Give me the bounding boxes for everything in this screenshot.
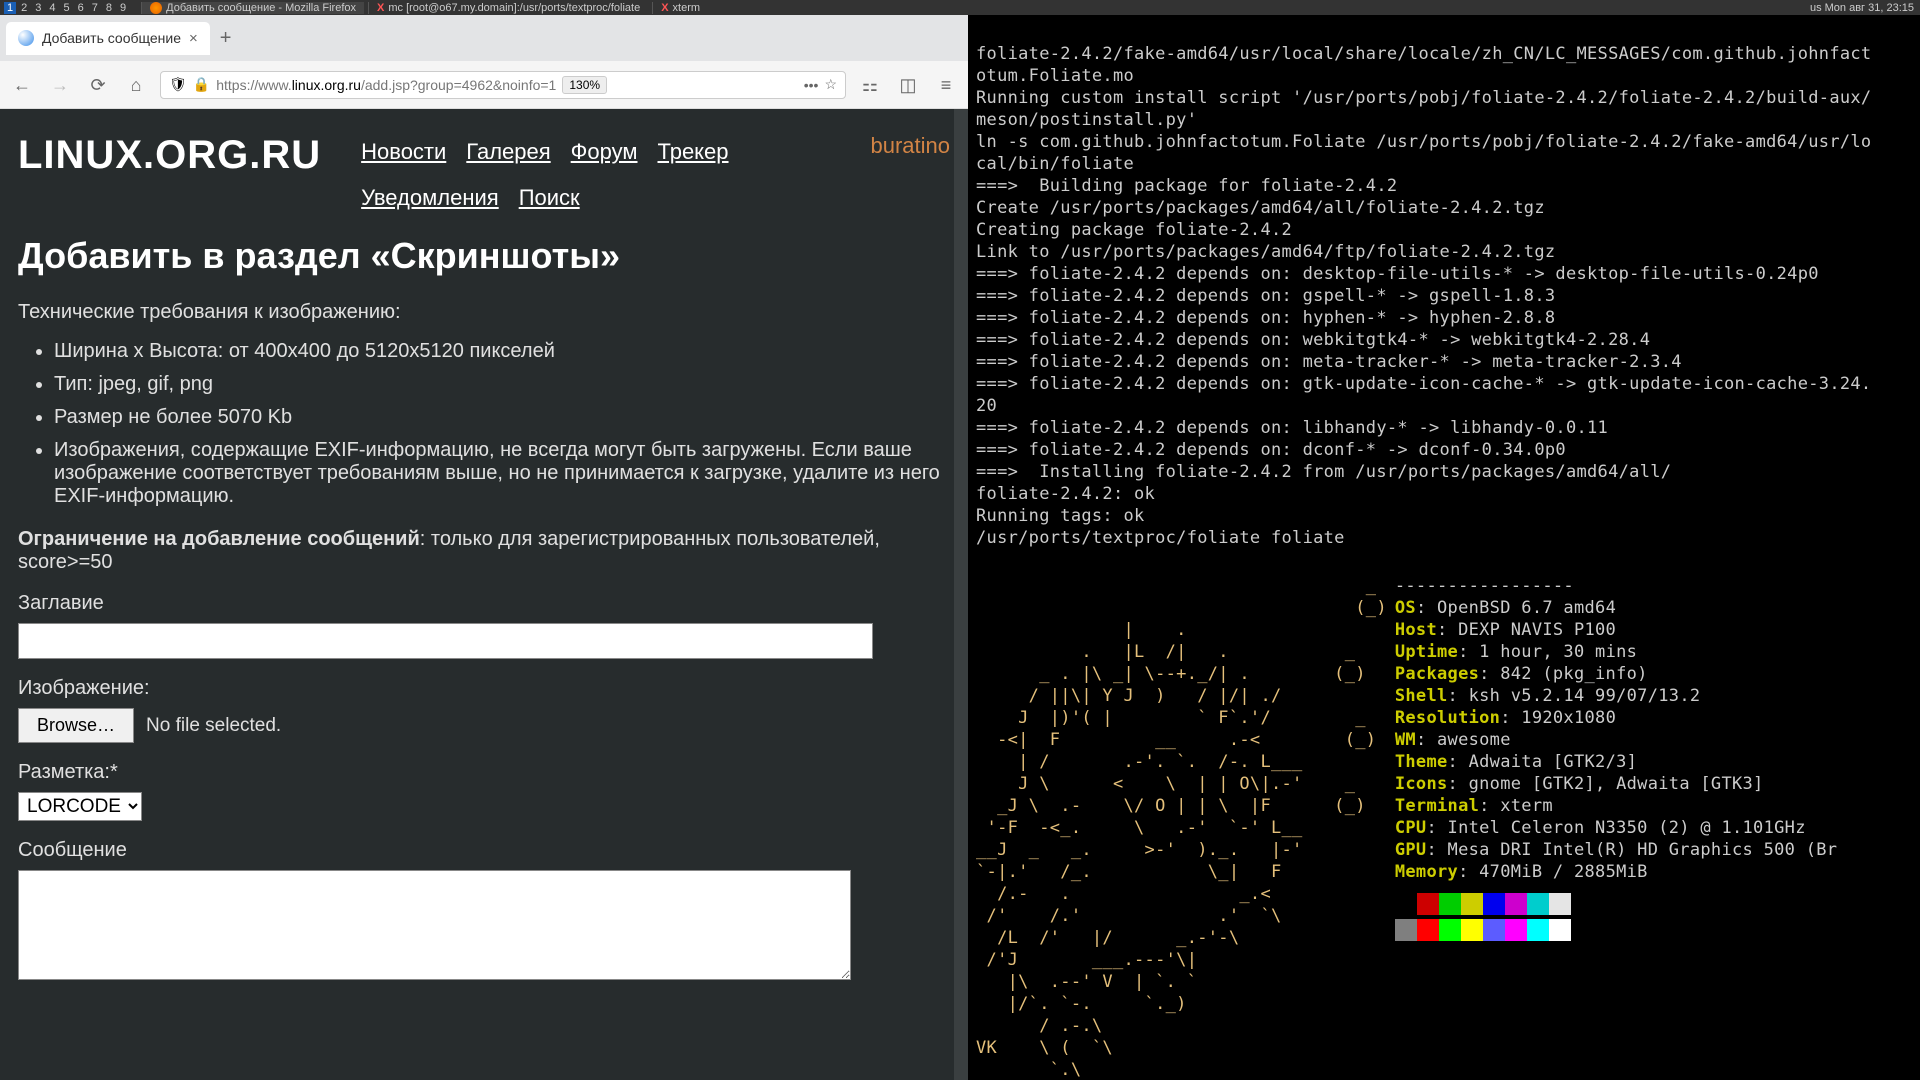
- req-item: Размер не более 5070 Kb: [54, 406, 950, 429]
- req-list: Ширина x Высота: от 400x400 до 5120x5120…: [54, 340, 950, 508]
- meatball-icon[interactable]: •••: [804, 77, 819, 93]
- req-item: Изображения, содержащие EXIF-информацию,…: [54, 439, 950, 508]
- browse-button[interactable]: Browse…: [18, 708, 134, 743]
- title-input[interactable]: [18, 623, 873, 659]
- label-message: Сообщение: [18, 839, 950, 862]
- wm-tag-7[interactable]: 7: [89, 2, 101, 14]
- req-item: Тип: jpeg, gif, png: [54, 373, 950, 396]
- url-bar[interactable]: 🛡 🔒 https://www.linux.org.ru/add.jsp?gro…: [160, 71, 846, 99]
- firefox-icon: [150, 2, 162, 14]
- x-icon: X: [377, 2, 384, 14]
- wm-tag-2[interactable]: 2: [18, 2, 30, 14]
- bookmark-star-icon[interactable]: ☆: [824, 76, 837, 93]
- site-nav: Новости Галерея Форум Трекер Уведомления Поис…: [361, 139, 830, 211]
- site-favicon: [18, 30, 34, 46]
- site-logo[interactable]: LINUX.ORG.RU: [18, 133, 321, 178]
- wm-task[interactable]: Xmc [root@o67.my.domain]:/usr/ports/text…: [368, 2, 648, 14]
- back-button[interactable]: ←: [8, 71, 36, 99]
- firefox-window: Добавить сообщение × + ← → ⟳ ⌂ 🛡 🔒 https…: [0, 15, 968, 1080]
- forward-button[interactable]: →: [46, 71, 74, 99]
- xterm-window[interactable]: foliate-2.4.2/fake-amd64/usr/local/share…: [968, 15, 1920, 1080]
- wm-tag-3[interactable]: 3: [32, 2, 44, 14]
- label-image: Изображение:: [18, 677, 950, 700]
- lock-icon: 🔒: [193, 76, 210, 93]
- nav-link[interactable]: Новости: [361, 139, 446, 165]
- reload-button[interactable]: ⟳: [84, 71, 112, 99]
- wm-tags: 123456789: [0, 2, 133, 14]
- wm-clock: us Mon авг 31, 23:15: [1804, 2, 1920, 14]
- nav-link[interactable]: Форум: [571, 139, 638, 165]
- nav-link[interactable]: Трекер: [658, 139, 729, 165]
- firefox-toolbar: ← → ⟳ ⌂ 🛡 🔒 https://www.linux.org.ru/add…: [0, 61, 968, 109]
- message-textarea[interactable]: [18, 870, 851, 980]
- wm-tag-6[interactable]: 6: [75, 2, 87, 14]
- req-item: Ширина x Высота: от 400x400 до 5120x5120…: [54, 340, 950, 363]
- wm-tag-9[interactable]: 9: [117, 2, 129, 14]
- nav-link[interactable]: Уведомления: [361, 185, 499, 211]
- menu-icon[interactable]: ≡: [932, 71, 960, 99]
- terminal-output: foliate-2.4.2/fake-amd64/usr/local/share…: [976, 43, 1912, 549]
- wm-tasklist: Добавить сообщение - Mozilla Firefox Xmc …: [141, 2, 1804, 14]
- firefox-tabbar: Добавить сообщение × +: [0, 15, 968, 61]
- wm-tag-5[interactable]: 5: [61, 2, 73, 14]
- username-link[interactable]: buratino: [870, 133, 950, 159]
- wm-tag-1[interactable]: 1: [4, 2, 16, 14]
- req-header: Технические требования к изображению:: [18, 301, 950, 324]
- markup-select[interactable]: LORCODE: [18, 792, 142, 821]
- nav-link[interactable]: Поиск: [519, 185, 580, 211]
- wm-tag-8[interactable]: 8: [103, 2, 115, 14]
- x-icon: X: [661, 2, 668, 14]
- scrollbar[interactable]: [954, 109, 968, 1080]
- shield-icon: 🛡: [169, 76, 187, 93]
- wm-taskbar: 123456789 Добавить сообщение - Mozilla F…: [0, 0, 1920, 15]
- file-status: No file selected.: [146, 715, 281, 737]
- wm-task[interactable]: Добавить сообщение - Mozilla Firefox: [141, 2, 364, 14]
- page-title: Добавить в раздел «Скриншоты»: [18, 235, 950, 277]
- url-text: https://www.linux.org.ru/add.jsp?group=4…: [216, 77, 556, 93]
- zoom-badge[interactable]: 130%: [562, 76, 607, 94]
- close-tab-icon[interactable]: ×: [189, 30, 198, 47]
- neofetch-output: _ (_) | . . |L /| . _ _ . |\ _| \--+._/|…: [976, 575, 1912, 1080]
- wm-tag-4[interactable]: 4: [46, 2, 58, 14]
- label-markup: Разметка:*: [18, 761, 950, 784]
- page-content: LINUX.ORG.RU Новости Галерея Форум Трекер Ув…: [0, 109, 968, 1080]
- home-button[interactable]: ⌂: [122, 71, 150, 99]
- color-palette: [1395, 893, 1837, 941]
- library-icon[interactable]: ⚏: [856, 71, 884, 99]
- restriction-text: Ограничение на добавление сообщений: тол…: [18, 528, 950, 574]
- wm-task[interactable]: Xxterm: [652, 2, 708, 14]
- nav-link[interactable]: Галерея: [466, 139, 550, 165]
- tab-title: Добавить сообщение: [42, 30, 181, 46]
- sidebar-icon[interactable]: ◫: [894, 71, 922, 99]
- firefox-tab[interactable]: Добавить сообщение ×: [6, 22, 210, 55]
- new-tab-button[interactable]: +: [220, 27, 232, 50]
- label-title: Заглавие: [18, 592, 950, 615]
